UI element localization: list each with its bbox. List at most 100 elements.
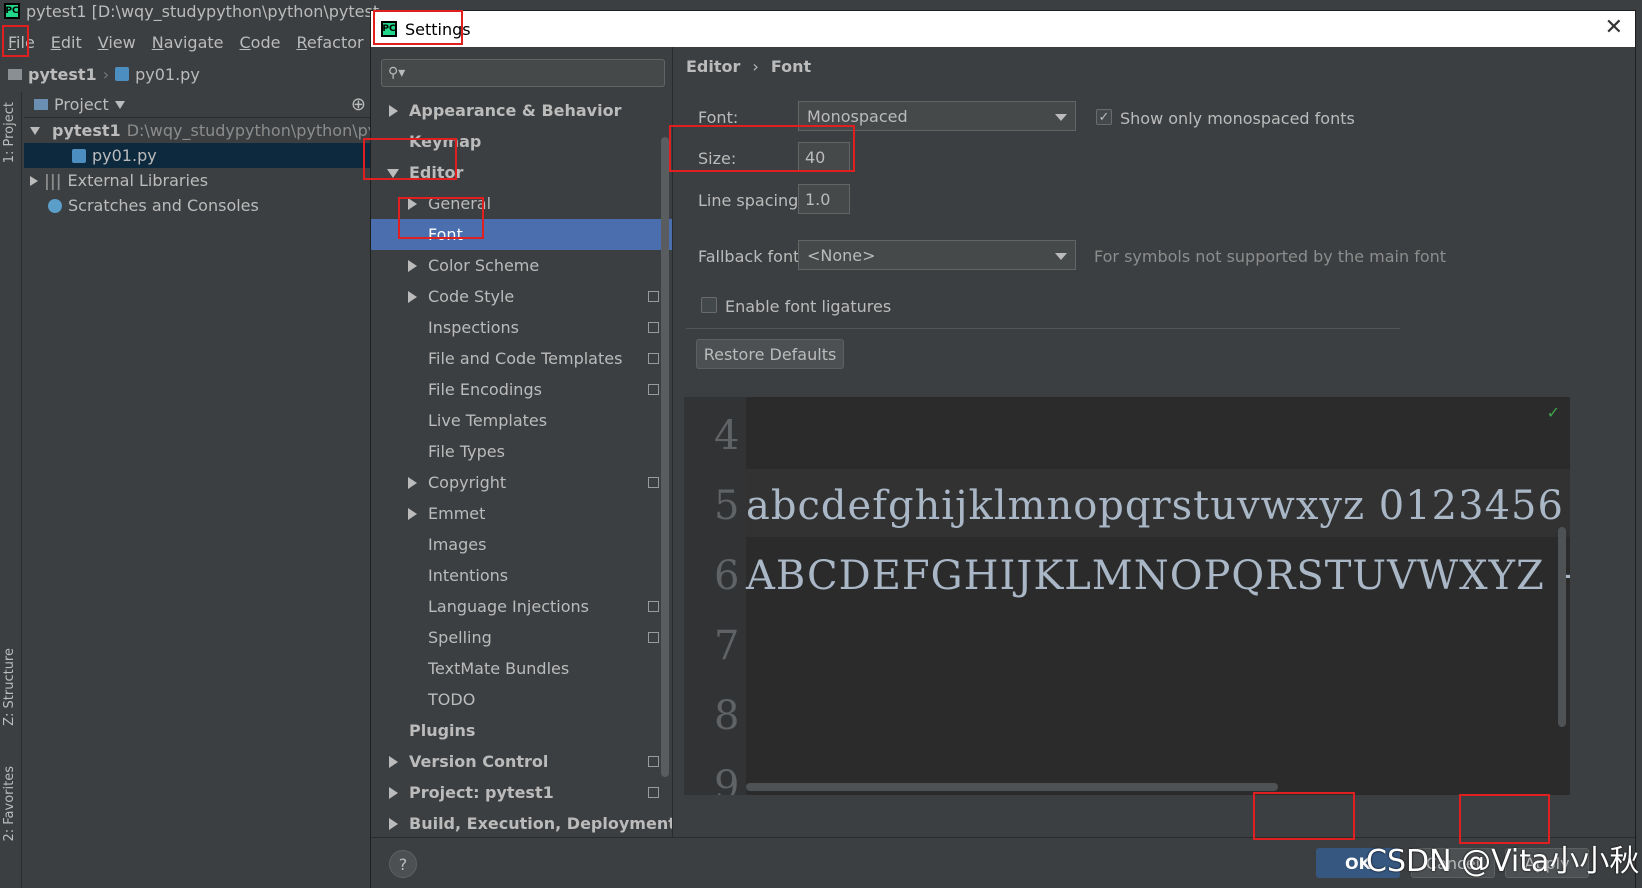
font-value: Monospaced xyxy=(807,106,908,126)
line-number: 6 xyxy=(714,553,740,599)
nav-build-execution[interactable]: Build, Execution, Deployment xyxy=(371,808,672,837)
expand-right-icon[interactable] xyxy=(389,105,398,117)
expand-right-icon[interactable] xyxy=(408,477,417,489)
nav-appearance-behavior[interactable]: Appearance & Behavior xyxy=(371,95,672,126)
nav-copyright[interactable]: Copyright xyxy=(371,467,672,498)
menu-navigate[interactable]: Navigate xyxy=(144,33,232,52)
nav-images[interactable]: Images xyxy=(371,529,672,560)
crumb-project[interactable]: pytest1 xyxy=(28,65,97,84)
tree-row[interactable]: Scratches and Consoles xyxy=(24,193,380,218)
tree-label: Scratches and Consoles xyxy=(68,196,259,215)
menu-edit[interactable]: Edit xyxy=(43,33,90,52)
mono-only-checkbox[interactable]: ✓ xyxy=(1096,109,1112,125)
chevron-down-icon xyxy=(1055,114,1067,121)
project-level-icon xyxy=(648,756,659,767)
nav-file-code-templates[interactable]: File and Code Templates xyxy=(371,343,672,374)
size-field[interactable]: 40 xyxy=(798,142,850,172)
nav-emmet[interactable]: Emmet xyxy=(371,498,672,529)
line-number: 9 xyxy=(714,763,740,795)
preview-text-line[interactable]: abcdefghijklmnopqrstuvwxyz 0123456 xyxy=(746,483,1564,529)
nav-general[interactable]: General xyxy=(371,188,672,219)
nav-editor[interactable]: Editor xyxy=(371,157,672,188)
nav-label: Images xyxy=(428,535,487,554)
nav-inspections[interactable]: Inspections xyxy=(371,312,672,343)
ide-breadcrumb: pytest1 › py01.py xyxy=(0,62,380,86)
nav-project-pytest1[interactable]: Project: pytest1 xyxy=(371,777,672,808)
watermark: CSDN @Vita小小秋 xyxy=(1366,844,1640,879)
restore-defaults-button[interactable]: Restore Defaults xyxy=(696,339,844,369)
expand-down-icon[interactable] xyxy=(30,126,40,135)
dialog-title-bar: PC Settings ✕ xyxy=(371,11,1635,47)
project-level-icon xyxy=(648,477,659,488)
expand-right-icon[interactable] xyxy=(389,818,398,830)
crumb-file[interactable]: py01.py xyxy=(135,65,200,84)
preview-text-line[interactable]: ABCDEFGHIJKLMNOPQRSTUVWXYZ +-*/= ., xyxy=(746,553,1570,599)
settings-dialog: PC Settings ✕ ⚲▾ Appearance & Behavior K… xyxy=(370,10,1636,888)
nav-todo[interactable]: TODO xyxy=(371,684,672,715)
nav-plugins[interactable]: Plugins xyxy=(371,715,672,746)
nav-file-types[interactable]: File Types xyxy=(371,436,672,467)
tab-structure[interactable]: Z: Structure xyxy=(2,648,17,726)
tree-row[interactable]: pytest1 D:\wqy_studypython\python\pyt xyxy=(24,118,380,143)
tree-label: pytest1 xyxy=(52,121,121,140)
nav-font[interactable]: Font xyxy=(371,219,672,250)
nav-scrollbar[interactable] xyxy=(661,137,669,777)
chevron-down-icon[interactable] xyxy=(114,100,125,109)
nav-version-control[interactable]: Version Control xyxy=(371,746,672,777)
nav-label: Copyright xyxy=(428,473,507,492)
expand-right-icon[interactable] xyxy=(408,198,417,210)
nav-spelling[interactable]: Spelling xyxy=(371,622,672,653)
size-label: Size: xyxy=(698,149,737,168)
preview-vertical-scrollbar[interactable] xyxy=(1558,527,1566,727)
line-number: 8 xyxy=(714,693,740,739)
nav-label: Editor xyxy=(409,163,464,182)
nav-language-injections[interactable]: Language Injections xyxy=(371,591,672,622)
tree-row[interactable]: py01.py xyxy=(24,143,380,168)
nav-file-encodings[interactable]: File Encodings xyxy=(371,374,672,405)
project-level-icon xyxy=(648,291,659,302)
close-icon[interactable]: ✕ xyxy=(1605,15,1623,40)
help-button[interactable]: ? xyxy=(389,850,417,878)
fallback-font-select[interactable]: <None> xyxy=(798,240,1076,270)
nav-textmate-bundles[interactable]: TextMate Bundles xyxy=(371,653,672,684)
font-preview: 4 5 6 7 8 9 abcdefghijklmnopqrstuvwxyz 0… xyxy=(684,397,1570,795)
nav-color-scheme[interactable]: Color Scheme xyxy=(371,250,672,281)
expand-down-icon[interactable] xyxy=(387,169,399,178)
expand-right-icon[interactable] xyxy=(389,787,398,799)
line-spacing-field[interactable]: 1.0 xyxy=(798,184,850,214)
ide-title-bar: PC pytest1 [D:\wqy_studypython\python\py… xyxy=(0,0,380,22)
tab-favorites[interactable]: 2: Favorites xyxy=(2,766,17,842)
preview-horizontal-scrollbar[interactable] xyxy=(746,783,1278,791)
nav-label: Inspections xyxy=(428,318,519,337)
menu-file[interactable]: File xyxy=(0,33,43,52)
expand-right-icon[interactable] xyxy=(408,260,417,272)
nav-label: Appearance & Behavior xyxy=(409,101,622,120)
expand-right-icon[interactable] xyxy=(408,508,417,520)
project-level-icon xyxy=(648,384,659,395)
settings-search-input[interactable]: ⚲▾ xyxy=(381,59,665,87)
menu-view[interactable]: View xyxy=(90,33,144,52)
nav-live-templates[interactable]: Live Templates xyxy=(371,405,672,436)
font-select[interactable]: Monospaced xyxy=(798,101,1076,131)
locate-icon[interactable]: ⊕ xyxy=(351,94,366,115)
fallback-hint: For symbols not supported by the main fo… xyxy=(1094,247,1447,266)
expand-right-icon[interactable] xyxy=(408,291,417,303)
pycharm-logo-icon: PC xyxy=(4,3,20,19)
menu-code[interactable]: Code xyxy=(232,33,289,52)
ligatures-checkbox[interactable] xyxy=(701,297,717,313)
nav-label: General xyxy=(428,194,492,213)
nav-intentions[interactable]: Intentions xyxy=(371,560,672,591)
project-panel-title[interactable]: Project xyxy=(54,95,109,114)
nav-label: Emmet xyxy=(428,504,486,523)
mono-only-label: Show only monospaced fonts xyxy=(1120,109,1355,128)
menu-refactor[interactable]: Refactor xyxy=(288,33,371,52)
expand-right-icon[interactable] xyxy=(389,756,398,768)
nav-label: Plugins xyxy=(409,721,476,740)
tree-row[interactable]: ||| External Libraries xyxy=(24,168,380,193)
nav-keymap[interactable]: Keymap xyxy=(371,126,672,157)
tab-project[interactable]: 1: Project xyxy=(2,102,17,163)
expand-right-icon[interactable] xyxy=(30,175,38,186)
scratches-icon xyxy=(48,198,62,213)
nav-code-style[interactable]: Code Style xyxy=(371,281,672,312)
fallback-font-value: <None> xyxy=(807,245,876,265)
